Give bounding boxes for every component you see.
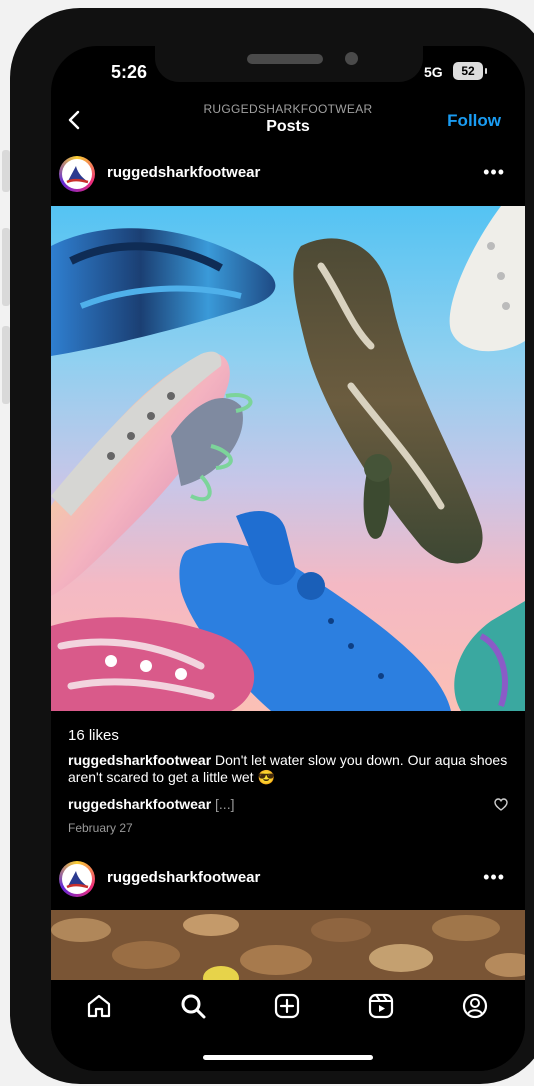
create-post-icon[interactable] — [273, 992, 301, 1020]
dry-leaves-photo — [51, 910, 525, 980]
post-caption: ruggedsharkfootwear Don't let water slow… — [68, 752, 508, 786]
speaker — [247, 54, 323, 64]
silent-switch — [2, 150, 10, 192]
phone-frame: 5:26 5G 52 RUGGEDSHARKFOOTWEAR Posts Fol… — [10, 8, 534, 1084]
comment-preview[interactable]: ruggedsharkfootwear [...] — [68, 796, 234, 812]
post-header: ruggedsharkfootwear ••• — [51, 857, 525, 903]
network-indicator: 5G — [424, 64, 443, 80]
search-icon[interactable] — [179, 992, 207, 1020]
profile-icon[interactable] — [461, 992, 489, 1020]
post-date: February 27 — [68, 821, 133, 835]
volume-up-button — [2, 228, 10, 306]
front-camera — [345, 52, 358, 65]
reels-icon[interactable] — [367, 992, 395, 1020]
avatar[interactable] — [59, 156, 95, 192]
more-options-icon[interactable]: ••• — [483, 162, 505, 183]
likes-count[interactable]: 16 likes — [68, 727, 119, 744]
heart-icon[interactable] — [494, 798, 508, 811]
shark-logo-icon — [66, 166, 89, 184]
screen: 5:26 5G 52 RUGGEDSHARKFOOTWEAR Posts Fol… — [51, 46, 525, 1071]
battery-indicator: 52 — [453, 62, 487, 80]
post-username[interactable]: ruggedsharkfootwear — [107, 869, 260, 886]
aqua-shoes-photo — [51, 206, 525, 711]
caption-username[interactable]: ruggedsharkfootwear — [68, 752, 211, 768]
post-header: ruggedsharkfootwear ••• — [51, 152, 525, 198]
comment-more[interactable]: [...] — [215, 796, 234, 812]
home-indicator[interactable] — [203, 1055, 373, 1060]
volume-down-button — [2, 326, 10, 404]
avatar[interactable] — [59, 861, 95, 897]
more-options-icon[interactable]: ••• — [483, 867, 505, 888]
shark-logo-icon — [66, 871, 89, 889]
post-username[interactable]: ruggedsharkfootwear — [107, 164, 260, 181]
notch — [155, 46, 423, 82]
follow-button[interactable]: Follow — [447, 111, 501, 131]
status-time: 5:26 — [111, 62, 148, 82]
comment-username[interactable]: ruggedsharkfootwear — [68, 796, 211, 812]
post-image[interactable] — [51, 910, 525, 980]
home-icon[interactable] — [85, 992, 113, 1020]
post-image[interactable] — [51, 206, 525, 711]
